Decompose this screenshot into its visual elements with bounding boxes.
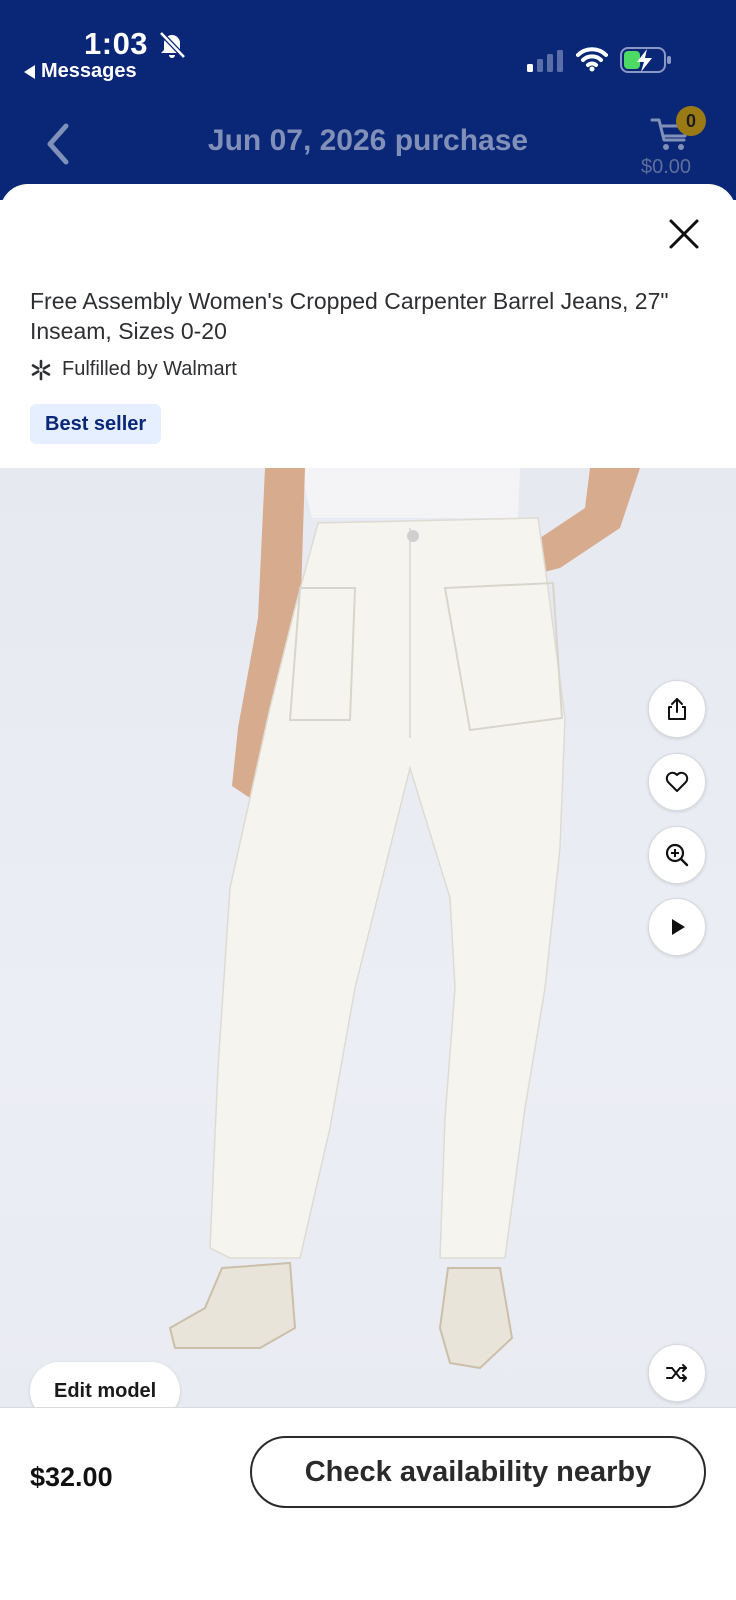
top-bar: 1:03 Messages Jun 07, 2026 purchase 0 $0…	[0, 0, 736, 200]
back-triangle-icon	[24, 64, 35, 79]
battery-charging-icon	[620, 47, 671, 73]
product-photo	[168, 468, 640, 1370]
shuffle-button[interactable]	[648, 1344, 706, 1402]
play-icon	[672, 919, 685, 935]
cart-total: $0.00	[641, 156, 692, 178]
product-title[interactable]: Free Assembly Women's Cropped Carpenter …	[30, 286, 720, 346]
price: $32.00	[30, 1462, 113, 1492]
heart-icon	[665, 771, 689, 792]
zoom-in-icon	[665, 843, 689, 867]
best-seller-badge: Best seller	[30, 404, 162, 444]
wifi-icon	[576, 47, 608, 72]
share-button[interactable]	[648, 680, 706, 738]
back-to-messages[interactable]: Messages	[24, 60, 137, 83]
status-time: 1:03	[84, 26, 149, 61]
page: 1:03 Messages Jun 07, 2026 purchase 0 $0…	[0, 0, 736, 1600]
close-icon[interactable]	[666, 216, 702, 252]
fulfilled-by: Fulfilled by Walmart	[30, 358, 237, 381]
bottom-bar: $32.00 Check availability nearby	[0, 1407, 736, 1600]
play-video-button[interactable]	[648, 898, 706, 956]
walmart-spark-icon	[31, 359, 51, 380]
cart-count-badge: 0	[676, 106, 706, 136]
page-title: Jun 07, 2026 purchase	[207, 124, 529, 157]
bell-muted-icon	[159, 31, 186, 59]
fulfilled-label: Fulfilled by Walmart	[62, 358, 237, 380]
zoom-button[interactable]	[648, 826, 706, 884]
cellular-signal-icon	[527, 50, 563, 72]
share-icon	[668, 698, 686, 720]
check-availability-button[interactable]: Check availability nearby	[250, 1436, 706, 1508]
back-app-label: Messages	[41, 60, 137, 82]
favorite-button[interactable]	[648, 753, 706, 811]
product-image-area[interactable]	[0, 468, 736, 1408]
shuffle-icon	[666, 1364, 687, 1382]
